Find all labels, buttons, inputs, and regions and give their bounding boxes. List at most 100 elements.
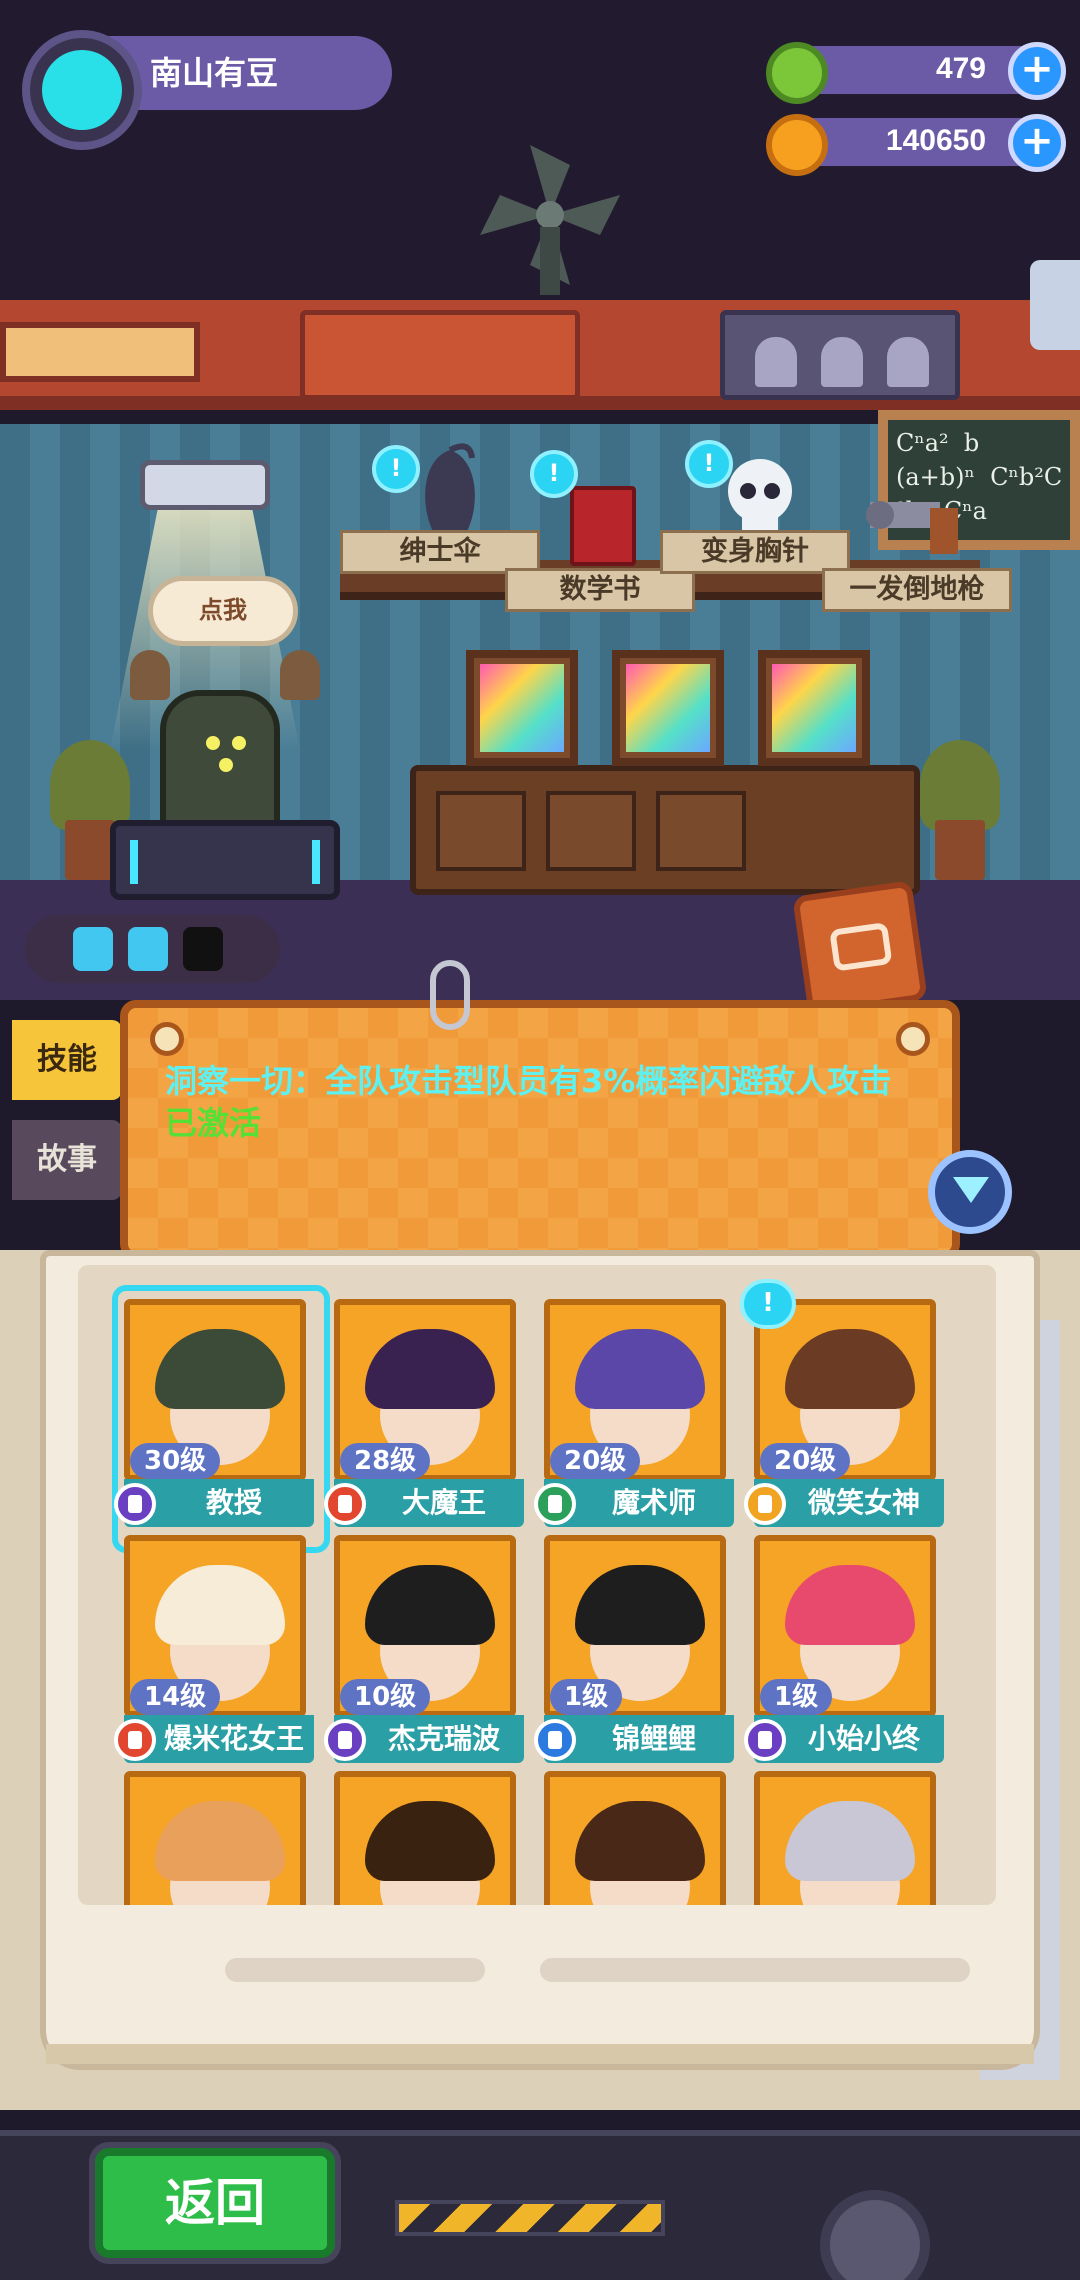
- character-hair: [155, 1329, 285, 1409]
- horn: [280, 650, 320, 700]
- player-avatar[interactable]: [22, 30, 142, 150]
- machine-light: [312, 840, 320, 884]
- energy-cell-icon: [128, 927, 168, 971]
- filter-icon: [953, 1177, 989, 1203]
- ghost-icon: [887, 337, 929, 387]
- character-card[interactable]: 锦鲤鲤 1级: [530, 1535, 740, 1765]
- machine-box: [300, 310, 580, 400]
- character-hair: [785, 1329, 915, 1409]
- character-hair: [575, 1801, 705, 1881]
- math-book-icon[interactable]: [570, 486, 636, 566]
- tap-me-speech-bubble[interactable]: 点我: [148, 576, 298, 646]
- brooch-alert-bubble[interactable]: !: [685, 440, 733, 488]
- character-card[interactable]: 魔术师 20级: [530, 1299, 740, 1529]
- character-card[interactable]: 爆米花女王 14级: [110, 1535, 320, 1765]
- skill-status: 已激活: [165, 1104, 262, 1142]
- plant-decoration: [910, 740, 1010, 880]
- character-level: 20级: [760, 1443, 851, 1479]
- umbrella-alert-bubble[interactable]: !: [372, 445, 420, 493]
- tab-skill[interactable]: 技能: [12, 1020, 122, 1100]
- hazard-stripe: [395, 2200, 665, 2236]
- drawer: [656, 791, 746, 871]
- add-gem-button[interactable]: +: [1008, 42, 1066, 100]
- energy-cell-icon: [73, 927, 113, 971]
- character-card[interactable]: 小始小终 1级: [740, 1535, 950, 1765]
- side-drawer-handle[interactable]: [1030, 260, 1080, 350]
- character-card[interactable]: 大魔王 28级: [320, 1299, 530, 1529]
- character-hair: [155, 1801, 285, 1881]
- machine-light: [130, 840, 138, 884]
- character-card[interactable]: [320, 1771, 530, 1905]
- tab-story[interactable]: 故事: [12, 1120, 122, 1200]
- gem-icon: [766, 42, 828, 104]
- cat-avatar-icon: [42, 50, 122, 130]
- skill-description: 洞察一切：全队攻击型队员有3%概率闪避敌人攻击 已激活: [165, 1060, 905, 1144]
- leaf: [920, 740, 1000, 830]
- character-grid: 教授 30级 大魔王 28级 魔术师 20级 微笑女神 20级! 爆米花女王 14级 杰克瑞波 10级…: [78, 1265, 996, 1905]
- photo-frame[interactable]: [612, 650, 724, 766]
- lab-top-shelf: [0, 300, 1080, 410]
- book-alert-bubble[interactable]: !: [530, 450, 578, 498]
- player-profile[interactable]: 南山有豆: [22, 30, 392, 150]
- character-card[interactable]: [740, 1771, 950, 1905]
- character-portrait: [124, 1771, 306, 1905]
- desk: [410, 765, 920, 895]
- coin-value: 140650: [885, 124, 986, 157]
- character-card[interactable]: 杰克瑞波 10级: [320, 1535, 530, 1765]
- class-badge-icon: [744, 1719, 786, 1761]
- photo: [480, 664, 564, 752]
- planet-coin-icon: [766, 114, 828, 176]
- class-badge-icon: [114, 1483, 156, 1525]
- character-level: 14级: [130, 1679, 221, 1715]
- character-card[interactable]: [530, 1771, 740, 1905]
- item-label-math-book[interactable]: 数学书: [505, 568, 695, 612]
- blurred-text: [540, 1958, 970, 1982]
- umbrella-icon[interactable]: [410, 440, 490, 540]
- character-hair: [575, 1565, 705, 1645]
- blurred-text: [225, 1958, 485, 1982]
- lab-machine: [110, 820, 340, 900]
- photo-mode-button[interactable]: [792, 880, 928, 1016]
- add-coin-button[interactable]: +: [1008, 114, 1066, 172]
- pot: [935, 820, 985, 880]
- character-card[interactable]: 微笑女神 20级!: [740, 1279, 950, 1529]
- eye: [206, 736, 220, 750]
- new-alert-bubble: !: [740, 1279, 796, 1329]
- gun-icon[interactable]: [860, 490, 970, 560]
- pin-icon: [150, 1022, 184, 1056]
- character-hair: [365, 1801, 495, 1881]
- photo-frame[interactable]: [466, 650, 578, 766]
- ghost-icon: [755, 337, 797, 387]
- gem-value: 479: [935, 52, 986, 85]
- filter-button[interactable]: [928, 1150, 1012, 1234]
- eye: [232, 736, 246, 750]
- horn: [130, 650, 170, 700]
- paperclip-icon: [430, 960, 470, 1030]
- drawer: [546, 791, 636, 871]
- pot: [65, 820, 115, 880]
- class-badge-icon: [534, 1719, 576, 1761]
- class-badge-icon: [744, 1483, 786, 1525]
- character-portrait: [544, 1771, 726, 1905]
- character-portrait: [334, 1771, 516, 1905]
- photo: [626, 664, 710, 752]
- energy-cell-empty-icon: [183, 927, 223, 971]
- character-level: 20级: [550, 1443, 641, 1479]
- character-level: 1级: [550, 1679, 623, 1715]
- ghost-icon: [821, 337, 863, 387]
- character-portrait: [754, 1771, 936, 1905]
- pin-icon: [896, 1022, 930, 1056]
- back-button[interactable]: 返回: [95, 2148, 335, 2258]
- character-card[interactable]: [110, 1771, 320, 1905]
- professor-body: [160, 690, 280, 830]
- character-level: 28级: [340, 1443, 431, 1479]
- character-card[interactable]: 教授 30级: [110, 1285, 330, 1553]
- item-label-gun[interactable]: 一发倒地枪: [822, 568, 1012, 612]
- player-name: 南山有豆: [150, 54, 279, 92]
- game-screen: 南山有豆 479 + 140650 + Cⁿa² b (a+b)ⁿ Cⁿb²C …: [0, 0, 1080, 2280]
- character-level: 1级: [760, 1679, 833, 1715]
- book-spine: [46, 2044, 1034, 2064]
- coin-currency: 140650 +: [766, 114, 1066, 176]
- photo-frame[interactable]: [758, 650, 870, 766]
- vent-decoration: [0, 322, 200, 382]
